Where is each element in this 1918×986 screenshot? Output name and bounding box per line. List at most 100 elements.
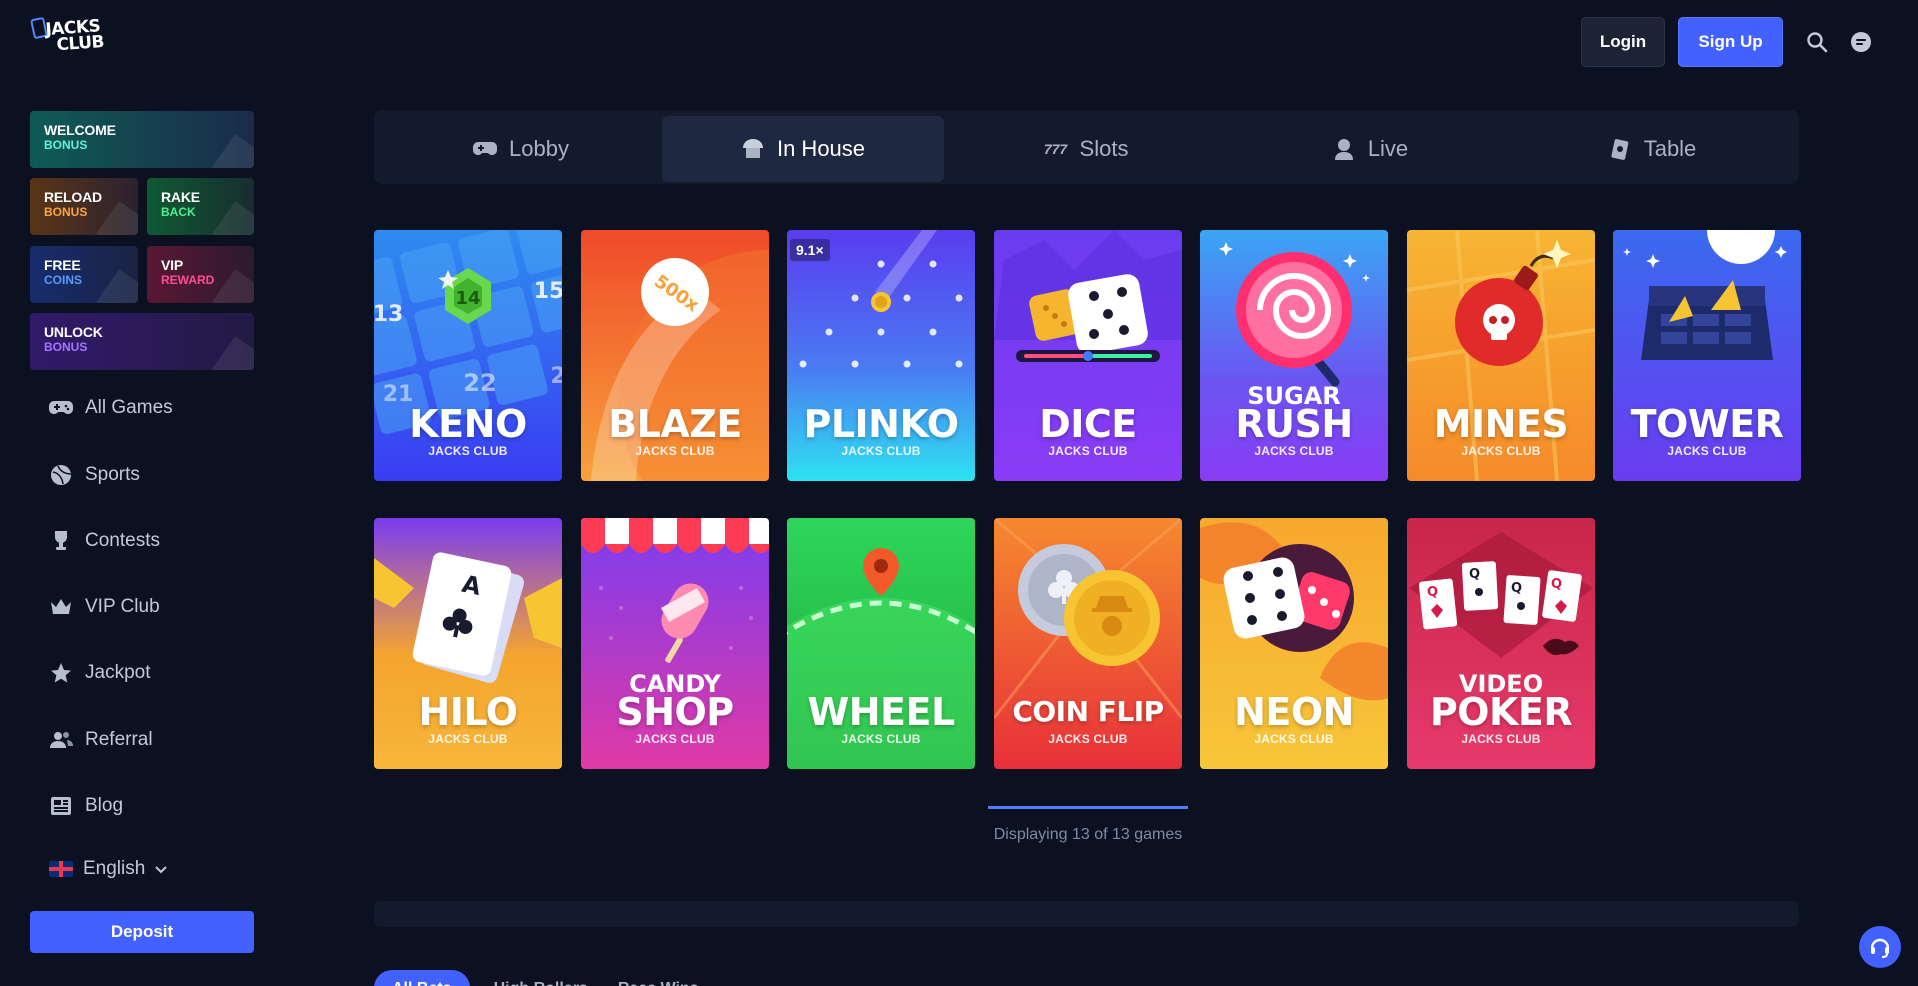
game-card-dice[interactable]: DICE JACKS CLUB — [994, 230, 1182, 481]
ball-icon — [49, 463, 73, 487]
sidebar-item-label: All Games — [85, 397, 173, 418]
promo-welcome-bonus[interactable]: WELCOME BONUS — [30, 111, 254, 168]
support-button[interactable] — [1859, 926, 1901, 968]
game-card-mines[interactable]: MINES JACKS CLUB — [1407, 230, 1595, 481]
tab-label: Live — [1367, 136, 1409, 161]
headset-icon — [1870, 938, 1890, 958]
keno-number: 2 — [550, 364, 562, 389]
trophy-icon — [49, 529, 73, 553]
sidebar-item-label: Sports — [85, 464, 140, 485]
promo-subtitle: REWARD — [161, 273, 215, 287]
game-title: COIN FLIP — [1012, 695, 1164, 728]
game-title: MINES — [1433, 402, 1569, 446]
game-provider: JACKS CLUB — [635, 444, 715, 458]
chat-icon[interactable] — [1849, 30, 1873, 54]
game-provider: JACKS CLUB — [1461, 732, 1541, 746]
keno-number: 15 — [534, 279, 562, 304]
tab-in-house[interactable]: In House — [662, 116, 944, 182]
tab-label: Table — [1643, 136, 1697, 161]
crown-icon — [49, 595, 73, 619]
tab-slots[interactable]: 777 Slots — [945, 116, 1227, 182]
sidebar-item-vip-club[interactable]: VIP Club — [49, 592, 160, 622]
game-card-sugar-rush[interactable]: SUGAR RUSH JACKS CLUB — [1200, 230, 1388, 481]
sidebar-item-jackpot[interactable]: Jackpot — [49, 658, 150, 688]
game-provider: JACKS CLUB — [428, 444, 508, 458]
promo-subtitle: BONUS — [44, 205, 88, 219]
game-title: TOWER — [1630, 402, 1784, 446]
promo-subtitle: BONUS — [44, 340, 88, 354]
jacks-club-logo[interactable]: JACKS CLUB — [30, 14, 105, 70]
dealer-icon — [1332, 137, 1356, 161]
sidebar-item-label: VIP Club — [85, 596, 160, 617]
game-provider: JACKS CLUB — [841, 732, 921, 746]
game-card-hilo[interactable]: A HILO JACKS CLUB — [374, 518, 562, 769]
keno-number: 13 — [374, 302, 403, 327]
chevron-down-icon — [155, 858, 168, 880]
sidebar-item-contests[interactable]: Contests — [49, 526, 160, 556]
promo-unlock-bonus[interactable]: UNLOCK BONUS — [30, 313, 254, 370]
cards-icon — [1608, 137, 1632, 161]
promo-reload-bonus[interactable]: RELOAD BONUS — [30, 178, 138, 235]
slots-icon: 777 — [1043, 141, 1068, 157]
game-provider: JACKS CLUB — [1048, 444, 1128, 458]
search-icon[interactable] — [1805, 30, 1829, 54]
promo-title: RELOAD — [44, 189, 102, 205]
game-title: KENO — [409, 402, 527, 446]
svg-text:Q: Q — [1551, 577, 1562, 592]
game-card-keno[interactable]: 14 13 15 21 22 2 KENO JACKS CLUB — [374, 230, 562, 481]
game-provider: JACKS CLUB — [1254, 732, 1334, 746]
sidebar-item-referral[interactable]: Referral — [49, 725, 153, 755]
games-progress-text: Displaying 13 of 13 games — [993, 826, 1183, 843]
game-card-neon[interactable]: NEON JACKS CLUB — [1200, 518, 1388, 769]
game-card-plinko[interactable]: 9.1× PLINKO JACKS CLUB — [787, 230, 975, 481]
svg-text:Q: Q — [1469, 567, 1480, 582]
tab-lobby[interactable]: Lobby — [380, 116, 662, 182]
game-card-candy-shop[interactable]: CANDY SHOP JACKS CLUB — [581, 518, 769, 769]
language-label: English — [83, 858, 146, 879]
game-card-coin-flip[interactable]: COIN FLIP JACKS CLUB — [994, 518, 1182, 769]
deposit-button[interactable]: Deposit — [30, 911, 254, 953]
game-title: NEON — [1234, 690, 1354, 734]
gamepad-icon — [473, 137, 498, 161]
promo-title: UNLOCK — [44, 324, 103, 340]
promo-vip-reward[interactable]: VIP REWARD — [147, 246, 254, 303]
game-title: HILO — [418, 690, 518, 734]
game-title: DICE — [1039, 402, 1137, 446]
sidebar-item-label: Blog — [85, 795, 124, 816]
sidebar-item-all-games[interactable]: All Games — [49, 393, 173, 423]
sidebar-item-blog[interactable]: Blog — [49, 791, 123, 821]
signup-button[interactable]: Sign Up — [1678, 17, 1783, 67]
game-title: POKER — [1429, 690, 1573, 734]
game-card-wheel[interactable]: WHEEL JACKS CLUB — [787, 518, 975, 769]
games-progress-bar — [988, 806, 1188, 809]
bets-tabs: All Bets High Rollers Race Wins — [374, 970, 705, 986]
promo-title: FREE — [44, 257, 81, 273]
game-provider: JACKS CLUB — [428, 732, 508, 746]
game-card-video-poker[interactable]: QQQQ VIDEO POKER JACKS CLUB — [1407, 518, 1595, 769]
promo-rake-back[interactable]: RAKE BACK — [147, 178, 254, 235]
sidebar-item-sports[interactable]: Sports — [49, 460, 140, 490]
tab-table[interactable]: Table — [1511, 116, 1793, 182]
sidebar-item-label: Jackpot — [85, 662, 151, 683]
multiplier-badge: 9.1× — [790, 239, 830, 261]
logo-wordmark: JACKS CLUB — [44, 16, 105, 56]
promo-free-coins[interactable]: FREE COINS — [30, 246, 138, 303]
login-button[interactable]: Login — [1581, 17, 1665, 67]
game-provider: JACKS CLUB — [841, 444, 921, 458]
game-provider: JACKS CLUB — [1048, 732, 1128, 746]
tab-all-bets[interactable]: All Bets — [374, 970, 470, 986]
tab-high-rollers[interactable]: High Rollers — [488, 970, 594, 986]
language-selector[interactable]: English — [49, 858, 168, 880]
star-icon — [49, 661, 73, 685]
promo-title: RAKE — [161, 189, 200, 205]
game-card-blaze[interactable]: 500x BLAZE JACKS CLUB — [581, 230, 769, 481]
bets-section-header — [374, 901, 1799, 927]
tab-race-wins[interactable]: Race Wins — [612, 970, 705, 986]
game-title: PLINKO — [803, 402, 959, 446]
gamepad-icon — [49, 396, 73, 420]
game-card-tower[interactable]: TOWER JACKS CLUB — [1613, 230, 1801, 481]
game-provider: JACKS CLUB — [1667, 444, 1747, 458]
game-title: RUSH — [1235, 402, 1353, 446]
games-progress-fill — [988, 806, 1188, 809]
tab-live[interactable]: Live — [1229, 116, 1511, 182]
